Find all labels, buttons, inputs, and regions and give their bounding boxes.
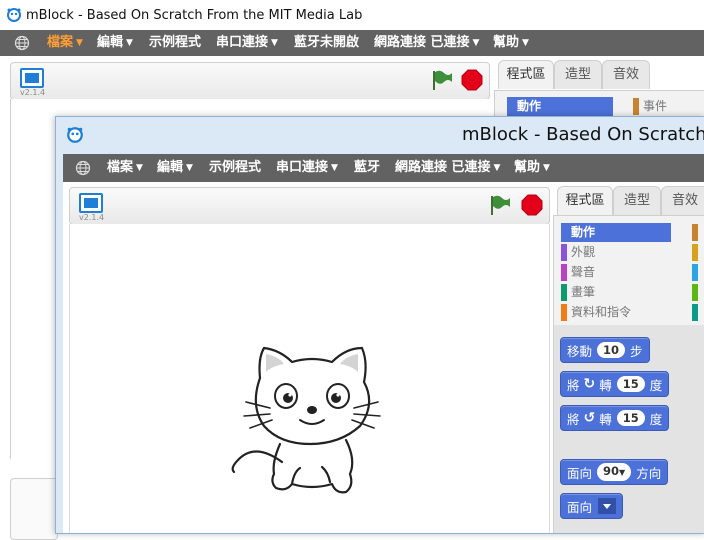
stop-icon[interactable] [461, 69, 483, 94]
back-stage-toolbar: v2.1.4 [10, 62, 490, 100]
globe-icon[interactable] [14, 35, 30, 54]
front-tab-costumes[interactable]: 造型 [613, 186, 661, 215]
block-text: 轉 [599, 377, 612, 393]
steps-input[interactable]: 10 [597, 342, 626, 358]
back-menu-bluetooth[interactable]: 藍牙未開啟 [294, 30, 359, 56]
green-flag-icon[interactable] [489, 194, 511, 219]
back-menu-file[interactable]: 檔案 ▼ [47, 30, 83, 56]
back-tab-scripts[interactable]: 程式區 [498, 60, 554, 89]
version-label: v2.1.4 [20, 88, 46, 97]
front-window-title: mBlock - Based On Scratch [462, 124, 704, 145]
front-stage-toolbar: v2.1.4 [69, 187, 550, 225]
rotate-counterclockwise-icon: ↺ [583, 410, 596, 426]
front-menu-network[interactable]: 網路連接 已連接 ▼ [395, 154, 500, 180]
block-text: 將 [567, 377, 580, 393]
category-looks[interactable]: 外觀 [561, 243, 595, 262]
category-color-bar[interactable] [692, 264, 698, 281]
front-tab-sounds[interactable]: 音效 [661, 186, 704, 215]
back-window-titlebar: mBlock - Based On Scratch From the MIT M… [0, 0, 704, 30]
front-window-body: v2.1.4 程式區 造型 音效 動作 外觀 聲音 畫筆 資料和指令 移動 10… [63, 182, 704, 533]
fullscreen-icon[interactable] [79, 193, 103, 213]
degrees-input[interactable]: 15 [616, 410, 645, 426]
globe-icon[interactable] [75, 160, 91, 179]
back-window-title: mBlock - Based On Scratch From the MIT M… [26, 8, 363, 23]
green-flag-icon[interactable] [431, 69, 453, 94]
category-color-bar[interactable] [692, 304, 698, 321]
block-move-steps[interactable]: 移動 10 步 [560, 337, 650, 363]
degrees-input[interactable]: 15 [616, 376, 645, 392]
back-tab-costumes[interactable]: 造型 [554, 60, 602, 89]
block-text: 步 [630, 343, 643, 359]
back-menu-examples[interactable]: 示例程式 [149, 30, 201, 56]
front-block-palette: 動作 外觀 聲音 畫筆 資料和指令 [553, 215, 704, 327]
category-sound[interactable]: 聲音 [561, 263, 595, 282]
block-point-towards[interactable]: 面向 [560, 493, 624, 519]
cat-sprite[interactable] [200, 322, 410, 507]
block-text: 度 [649, 377, 663, 393]
front-menu-help[interactable]: 幫助 ▼ [514, 154, 550, 180]
rotate-clockwise-icon: ↻ [583, 376, 596, 392]
back-menu-edit[interactable]: 編輯 ▼ [97, 30, 133, 56]
front-menu-serial[interactable]: 串口連接 ▼ [276, 154, 338, 180]
front-menu-bluetooth[interactable]: 藍牙 [354, 154, 380, 180]
category-data-blocks[interactable]: 資料和指令 [561, 303, 631, 322]
block-turn-left[interactable]: 將 ↺ 轉 15 度 [560, 405, 670, 431]
back-category-motion[interactable]: 動作 [507, 97, 613, 116]
front-menu-file[interactable]: 檔案 ▼ [107, 154, 143, 180]
category-color-bar[interactable] [692, 224, 698, 241]
direction-dropdown[interactable]: 90▼ [597, 463, 632, 481]
block-text: 面向 [567, 465, 593, 481]
front-menubar: 檔案 ▼ 編輯 ▼ 示例程式 串口連接 ▼ 藍牙 網路連接 已連接 ▼ 幫助 ▼ [63, 154, 704, 182]
version-label: v2.1.4 [79, 213, 105, 222]
front-window-titlebar: mBlock - Based On Scratch [56, 117, 704, 153]
front-window: mBlock - Based On Scratch 檔案 ▼ 編輯 ▼ 示例程式 串… [55, 116, 704, 534]
front-stage[interactable] [69, 224, 550, 533]
block-text: 方向 [636, 465, 662, 481]
mblock-app-icon [6, 7, 22, 26]
category-pen[interactable]: 畫筆 [561, 283, 595, 302]
block-text: 轉 [599, 411, 612, 427]
back-menu-help[interactable]: 幫助 ▼ [493, 30, 529, 56]
block-turn-right[interactable]: 將 ↻ 轉 15 度 [560, 371, 670, 397]
category-color-bar[interactable] [692, 284, 698, 301]
block-text: 移動 [567, 343, 593, 359]
front-tab-scripts[interactable]: 程式區 [557, 186, 613, 215]
fullscreen-icon[interactable] [20, 68, 44, 88]
stop-icon[interactable] [521, 194, 543, 219]
back-menu-network[interactable]: 網路連接 已連接 ▼ [374, 30, 479, 56]
mblock-app-icon [66, 126, 84, 147]
block-text: 將 [567, 411, 580, 427]
category-color-bar[interactable] [692, 244, 698, 261]
back-tab-sounds[interactable]: 音效 [602, 60, 650, 89]
block-text: 度 [649, 411, 663, 427]
front-tabs: 程式區 造型 音效 [553, 186, 704, 216]
blocks-area: 移動 10 步 將 ↻ 轉 15 度 將 ↺ 轉 15 度 面向 90▼ 方向 … [553, 325, 704, 533]
category-motion[interactable]: 動作 [561, 223, 671, 242]
back-menubar: 檔案 ▼ 編輯 ▼ 示例程式 串口連接 ▼ 藍牙未開啟 網路連接 已連接 ▼ 幫助 ▼ [0, 30, 704, 56]
block-point-direction[interactable]: 面向 90▼ 方向 [560, 459, 669, 485]
block-text: 面向 [567, 499, 593, 515]
back-sprite-panel [10, 478, 58, 540]
back-menu-serial[interactable]: 串口連接 ▼ [216, 30, 278, 56]
back-category-events[interactable]: 事件 [633, 97, 667, 116]
target-dropdown[interactable] [598, 498, 617, 514]
back-tabs: 程式區 造型 音效 [494, 60, 704, 90]
front-menu-examples[interactable]: 示例程式 [209, 154, 261, 180]
front-menu-edit[interactable]: 編輯 ▼ [157, 154, 193, 180]
